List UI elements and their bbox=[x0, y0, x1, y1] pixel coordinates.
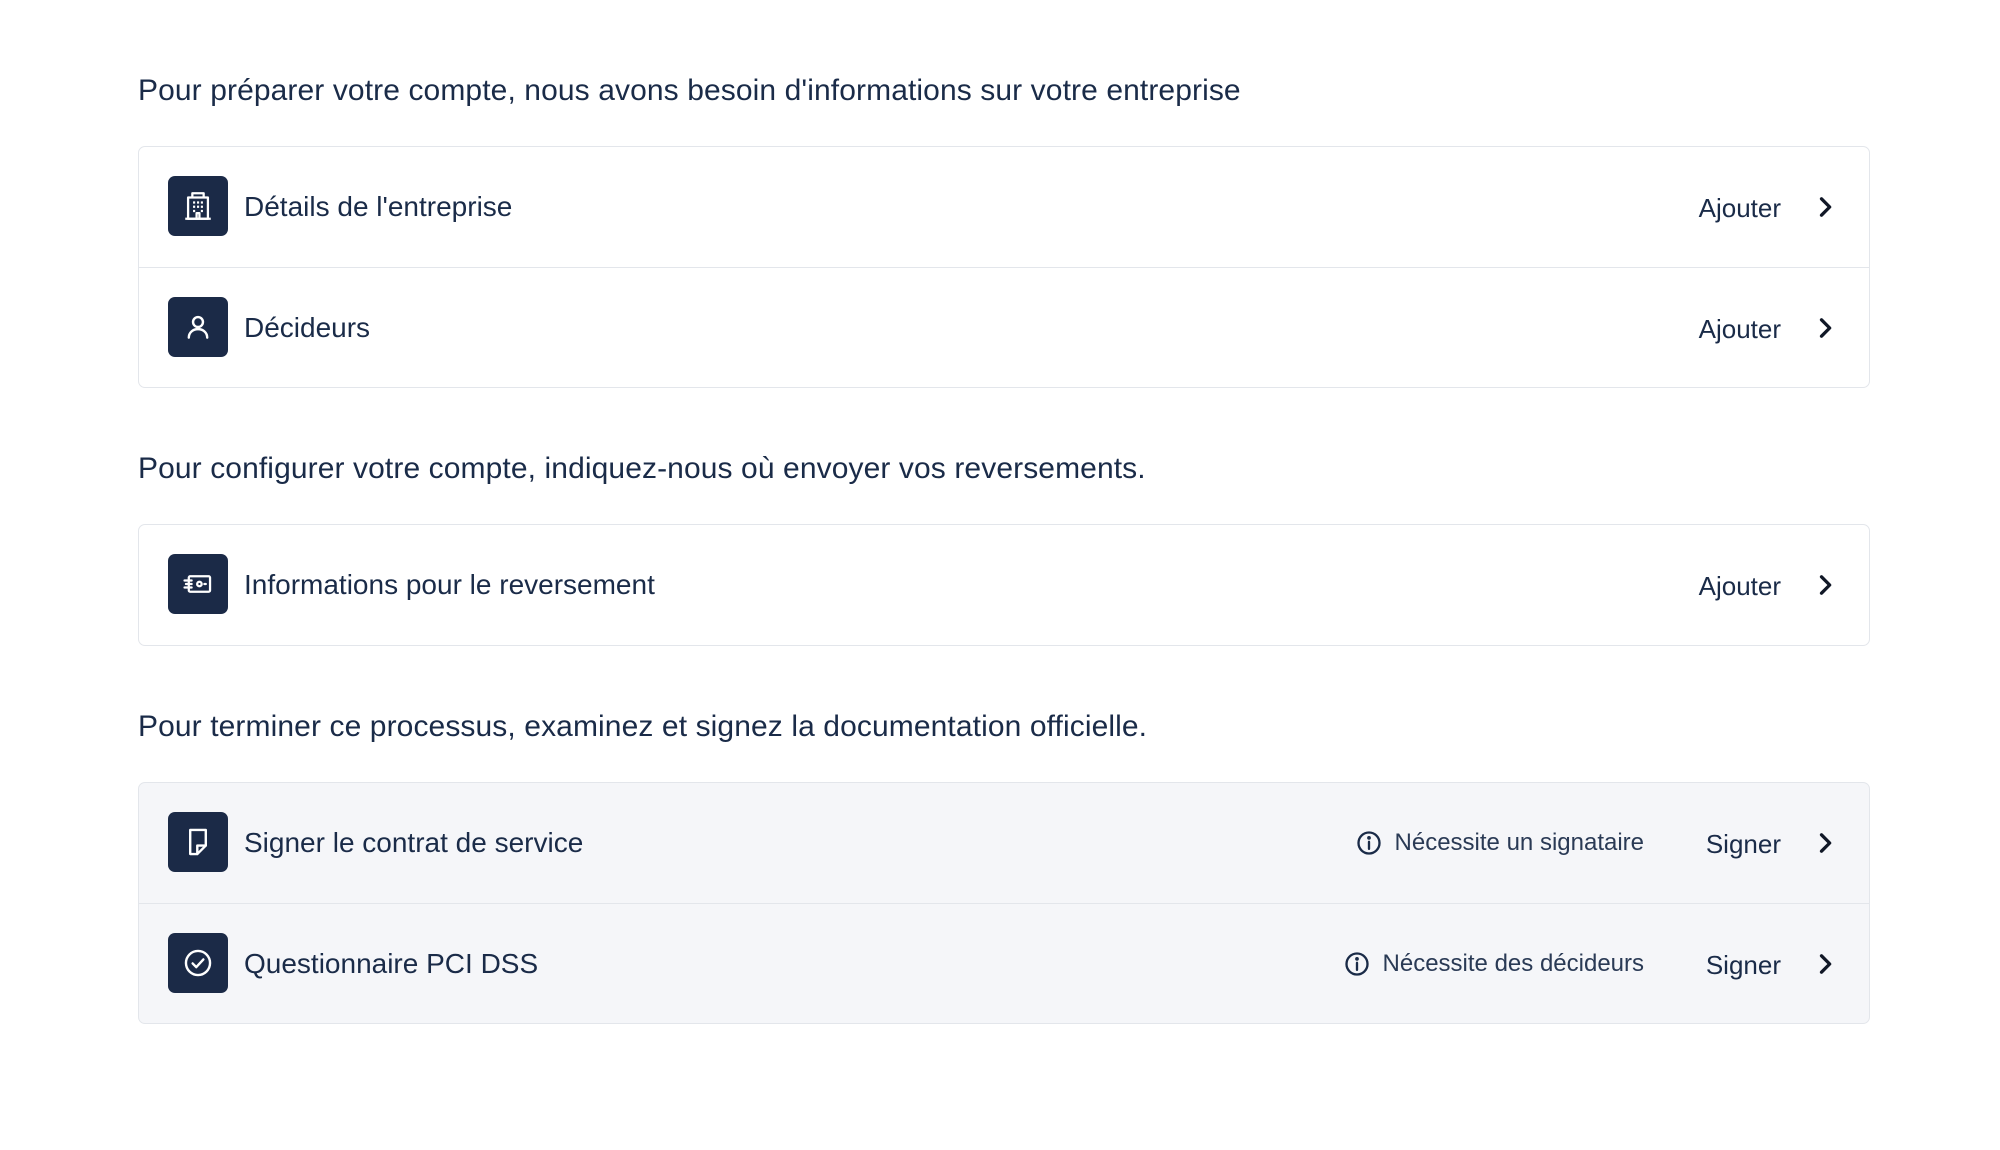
add-link[interactable]: Ajouter bbox=[1699, 525, 1781, 645]
row-label: Détails de l'entreprise bbox=[244, 191, 513, 222]
documentation-card: Signer le contrat de service Nécessite u… bbox=[138, 782, 1870, 1024]
check-circle-icon bbox=[168, 933, 228, 993]
chevron-right-icon[interactable] bbox=[1811, 314, 1839, 342]
row-label: Questionnaire PCI DSS bbox=[244, 948, 539, 979]
section-title-company-info: Pour préparer votre compte, nous avons b… bbox=[138, 74, 1241, 107]
company-info-card: Détails de l'entreprise Ajouter Décideur… bbox=[138, 146, 1870, 388]
section-title-payouts: Pour configurer votre compte, indiquez-n… bbox=[138, 452, 1146, 485]
row-pci-dss[interactable]: Questionnaire PCI DSS Nécessite des déci… bbox=[139, 903, 1869, 1023]
add-link[interactable]: Ajouter bbox=[1699, 147, 1781, 267]
row-company-details[interactable]: Détails de l'entreprise Ajouter bbox=[139, 147, 1869, 267]
add-link[interactable]: Ajouter bbox=[1699, 268, 1781, 387]
requirement-text: Nécessite des décideurs bbox=[1382, 950, 1644, 977]
payout-icon bbox=[168, 554, 228, 614]
onboarding-page: Pour préparer votre compte, nous avons b… bbox=[0, 0, 2000, 1150]
chevron-right-icon[interactable] bbox=[1811, 950, 1839, 978]
section-title-documentation: Pour terminer ce processus, examinez et … bbox=[138, 710, 1148, 743]
chevron-right-icon[interactable] bbox=[1811, 571, 1839, 599]
requirement-text: Nécessite un signataire bbox=[1394, 829, 1644, 856]
sign-link[interactable]: Signer bbox=[1706, 783, 1781, 903]
chevron-right-icon[interactable] bbox=[1811, 193, 1839, 221]
requirement-note: Nécessite des décideurs bbox=[1343, 904, 1644, 1023]
row-label: Informations pour le reversement bbox=[244, 569, 655, 600]
chevron-right-icon[interactable] bbox=[1811, 829, 1839, 857]
row-label: Signer le contrat de service bbox=[244, 827, 584, 858]
person-icon bbox=[168, 297, 228, 357]
building-icon bbox=[168, 176, 228, 236]
row-decision-makers[interactable]: Décideurs Ajouter bbox=[139, 267, 1869, 387]
document-icon bbox=[168, 812, 228, 872]
row-payout-info[interactable]: Informations pour le reversement Ajouter bbox=[139, 525, 1869, 645]
info-icon bbox=[1356, 831, 1381, 855]
info-icon bbox=[1344, 952, 1369, 976]
row-service-contract[interactable]: Signer le contrat de service Nécessite u… bbox=[139, 783, 1869, 903]
payout-card: Informations pour le reversement Ajouter bbox=[138, 524, 1870, 646]
row-label: Décideurs bbox=[244, 312, 371, 343]
requirement-note: Nécessite un signataire bbox=[1355, 783, 1644, 903]
sign-link[interactable]: Signer bbox=[1706, 904, 1781, 1023]
